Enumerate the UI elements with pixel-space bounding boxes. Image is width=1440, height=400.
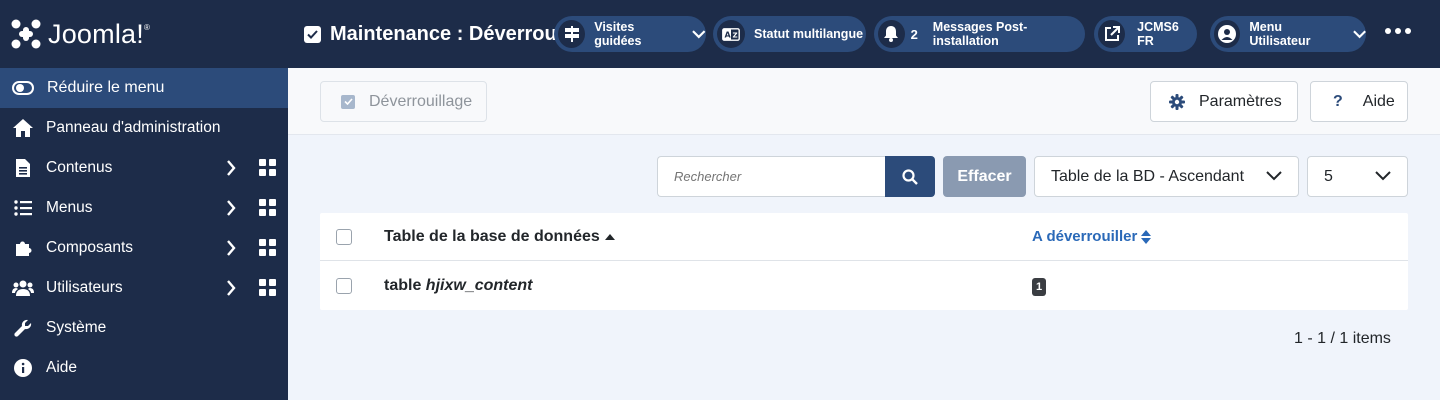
more-options-icon[interactable]: [1385, 28, 1411, 34]
chevron-right-icon[interactable]: [226, 160, 236, 176]
chevron-down-icon: [692, 29, 706, 38]
gear-icon: [1169, 93, 1185, 110]
sidebar-item-label: Panneau d'administration: [46, 119, 221, 136]
language-icon: AZ: [717, 20, 745, 48]
users-icon: [12, 278, 34, 298]
search-field[interactable]: [657, 156, 885, 197]
file-icon: [12, 158, 34, 178]
external-link-icon: [1098, 20, 1126, 48]
sidebar-item-components[interactable]: Composants: [0, 228, 288, 268]
brand-name: Joomla!®: [48, 18, 151, 49]
sidebar-item-content[interactable]: Contenus: [0, 148, 288, 188]
search-button[interactable]: [885, 156, 935, 197]
ordering-value: Table de la BD - Ascendant: [1051, 167, 1245, 185]
sidebar-item-label: Système: [46, 319, 107, 336]
help-button[interactable]: ? Aide: [1310, 81, 1408, 122]
guided-tours-label: Visites guidées: [594, 20, 642, 48]
list-limit-value: 5: [1324, 167, 1333, 185]
sidebar-item-label: Aide: [46, 359, 78, 376]
list-limit-select[interactable]: 5: [1307, 156, 1408, 197]
guided-tours-button[interactable]: Visites guidées: [554, 16, 706, 52]
puzzle-icon: [12, 238, 34, 258]
sidebar-item-label: Utilisateurs: [46, 279, 123, 296]
wrench-icon: [12, 318, 34, 338]
home-icon: [12, 118, 34, 138]
top-header: Maintenance : Déverrouillage Visites gui…: [288, 0, 1440, 68]
user-menu-label: Menu Utilisateur: [1249, 20, 1311, 48]
clear-button[interactable]: Effacer: [943, 156, 1026, 197]
chevron-down-icon: [1266, 171, 1282, 181]
ordering-select[interactable]: Table de la BD - Ascendant: [1034, 156, 1299, 197]
checkbox-icon: [341, 94, 355, 109]
row-checkbox[interactable]: [336, 278, 352, 294]
sidebar-item-help[interactable]: Aide: [0, 348, 288, 388]
user-icon: [1214, 20, 1241, 48]
sort-ascending-icon: [604, 233, 615, 240]
help-label: Aide: [1362, 92, 1395, 110]
chevron-right-icon[interactable]: [226, 200, 236, 216]
chevron-down-icon: [1353, 29, 1366, 38]
sidebar: Joomla!® Réduire le menu Panneau d'admin…: [0, 0, 288, 400]
view-site-button[interactable]: JCMS6 FR: [1094, 16, 1197, 52]
unlock-count-badge: 1: [1032, 278, 1047, 296]
sidebar-item-label: Contenus: [46, 159, 113, 176]
chevron-down-icon: [1375, 171, 1391, 181]
info-icon: [12, 358, 34, 378]
page-title: Maintenance : Déverrouillage: [288, 23, 556, 46]
sidebar-item-label: Menus: [46, 199, 93, 216]
select-all-checkbox[interactable]: [336, 228, 352, 245]
bell-icon: [878, 20, 905, 48]
search-input[interactable]: [658, 157, 885, 196]
post-install-messages-label: Messages Post-installation: [932, 20, 1028, 48]
table-header-row: Table de la base de données A déverrouil…: [320, 213, 1408, 261]
to-unlock-column-header[interactable]: A déverrouiller: [1032, 228, 1152, 245]
table-name-column-header[interactable]: Table de la base de données: [384, 228, 615, 246]
checkin-table: Table de la base de données A déverrouil…: [320, 213, 1408, 310]
search-icon: [902, 168, 918, 185]
joomla-logo-icon: [11, 19, 41, 49]
unlock-button[interactable]: Déverrouillage: [320, 81, 487, 122]
svg-text:A: A: [725, 30, 732, 39]
dashboard-grid-icon[interactable]: [259, 279, 276, 296]
dashboard-grid-icon[interactable]: [259, 239, 276, 256]
collapse-menu-label: Réduire le menu: [47, 79, 165, 96]
sidebar-item-system[interactable]: Système: [0, 308, 288, 348]
sidebar-item-menus[interactable]: Menus: [0, 188, 288, 228]
collapse-menu-toggle[interactable]: Réduire le menu: [0, 68, 288, 108]
pagination-info: 1 - 1 / 1 items: [1294, 330, 1391, 347]
sidebar-item-label: Composants: [46, 239, 134, 256]
dashboard-grid-icon[interactable]: [259, 199, 276, 216]
question-icon: ?: [1333, 92, 1343, 110]
sidebar-item-dashboard[interactable]: Panneau d'administration: [0, 108, 288, 148]
table-name-cell[interactable]: table hjixw_content: [384, 277, 532, 295]
site-name-label: JCMS6 FR: [1137, 20, 1179, 48]
options-label: Paramètres: [1199, 92, 1282, 110]
joomla-logo[interactable]: Joomla!®: [0, 0, 288, 68]
messages-count-badge: 2: [910, 26, 918, 42]
dashboard-grid-icon[interactable]: [259, 159, 276, 176]
signpost-icon: [558, 20, 586, 48]
table-row: table hjixw_content 1: [320, 262, 1408, 310]
page-title-text: Maintenance : Déverrouillage: [330, 22, 556, 45]
list-icon: [12, 198, 34, 218]
multilingual-status-label: Statut multilangue: [754, 27, 864, 41]
toggle-icon: [12, 81, 34, 95]
unlock-label: Déverrouillage: [369, 92, 473, 110]
chevron-right-icon[interactable]: [226, 280, 236, 296]
post-install-messages-button[interactable]: 2 Messages Post-installation: [874, 16, 1085, 52]
toolbar: Déverrouillage Paramètres ? Aide: [288, 68, 1440, 135]
sidebar-item-users[interactable]: Utilisateurs: [0, 268, 288, 308]
chevron-right-icon[interactable]: [226, 240, 236, 256]
multilingual-status-button[interactable]: AZ Statut multilangue: [713, 16, 866, 52]
checkbox-icon: [304, 25, 321, 43]
svg-text:Z: Z: [733, 31, 738, 39]
sort-icon: [1141, 229, 1152, 244]
user-menu-button[interactable]: Menu Utilisateur: [1210, 16, 1366, 52]
options-button[interactable]: Paramètres: [1150, 81, 1298, 122]
